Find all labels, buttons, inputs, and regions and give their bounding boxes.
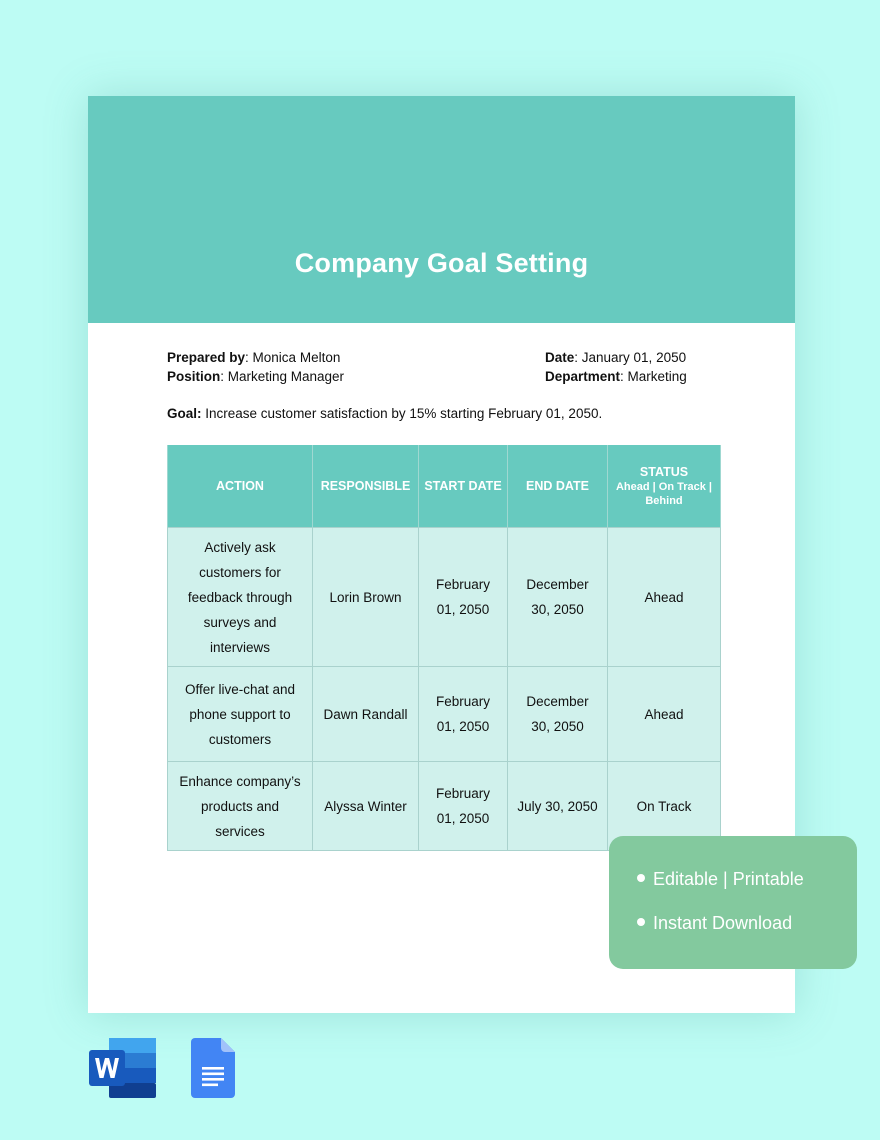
header-status: STATUS Ahead | On Track | Behind: [607, 445, 721, 528]
header-end-date: END DATE: [507, 445, 608, 528]
features-badge: Editable | Printable Instant Download: [609, 836, 857, 969]
table-row: Offer live-chat and phone support to cus…: [167, 666, 721, 762]
meta-right: Date: January 01, 2050 Department: Marke…: [545, 348, 687, 386]
document-title: Company Goal Setting: [294, 248, 589, 278]
cell-status: Ahead: [607, 666, 721, 762]
cell-start-date: February 01, 2050: [418, 761, 508, 851]
prepared-by: Prepared by: Monica Melton: [167, 348, 344, 367]
cell-responsible: Dawn Randall: [312, 666, 419, 762]
cell-end-date: December 30, 2050: [507, 666, 608, 762]
cell-responsible: Lorin Brown: [312, 527, 419, 667]
status-legend: Ahead | On Track | Behind: [615, 481, 713, 507]
date-label: Date: [545, 350, 575, 365]
goal-statement: Goal: Increase customer satisfaction by …: [167, 406, 602, 421]
cell-responsible: Alyssa Winter: [312, 761, 419, 851]
prepared-by-label: Prepared by: [167, 350, 246, 365]
cell-end-date: July 30, 2050: [507, 761, 608, 851]
department-label: Department: [545, 369, 621, 384]
table-row: Actively ask customers for feedback thro…: [167, 527, 721, 667]
google-docs-icon[interactable]: [191, 1038, 235, 1098]
date-value: : January 01, 2050: [574, 350, 687, 365]
goal-value: Increase customer satisfaction by 15% st…: [201, 406, 603, 421]
cell-action: Actively ask customers for feedback thro…: [167, 527, 313, 667]
cell-status: Ahead: [607, 527, 721, 667]
date: Date: January 01, 2050: [545, 348, 687, 367]
meta-left: Prepared by: Monica Melton Position: Mar…: [167, 348, 344, 386]
header-start-date: START DATE: [418, 445, 508, 528]
title-banner: Company Goal Setting: [88, 96, 795, 323]
header-responsible: RESPONSIBLE: [312, 445, 419, 528]
bullet-icon: [637, 874, 645, 883]
position-label: Position: [167, 369, 221, 384]
microsoft-word-icon[interactable]: [89, 1038, 157, 1098]
department-value: : Marketing: [620, 369, 687, 384]
bullet-icon: [637, 918, 645, 927]
header-action: ACTION: [167, 445, 313, 528]
cell-start-date: February 01, 2050: [418, 527, 508, 667]
table-header-row: ACTION RESPONSIBLE START DATE END DATE S…: [167, 445, 721, 528]
cell-start-date: February 01, 2050: [418, 666, 508, 762]
goals-table: ACTION RESPONSIBLE START DATE END DATE S…: [167, 445, 721, 851]
feature-item: Editable | Printable: [637, 869, 804, 890]
goal-label: Goal:: [167, 406, 202, 421]
cell-action: Offer live-chat and phone support to cus…: [167, 666, 313, 762]
cell-end-date: December 30, 2050: [507, 527, 608, 667]
department: Department: Marketing: [545, 367, 687, 386]
prepared-by-value: : Monica Melton: [245, 350, 341, 365]
position-value: : Marketing Manager: [220, 369, 345, 384]
position: Position: Marketing Manager: [167, 367, 344, 386]
feature-item: Instant Download: [637, 913, 792, 934]
cell-action: Enhance company’s products and services: [167, 761, 313, 851]
